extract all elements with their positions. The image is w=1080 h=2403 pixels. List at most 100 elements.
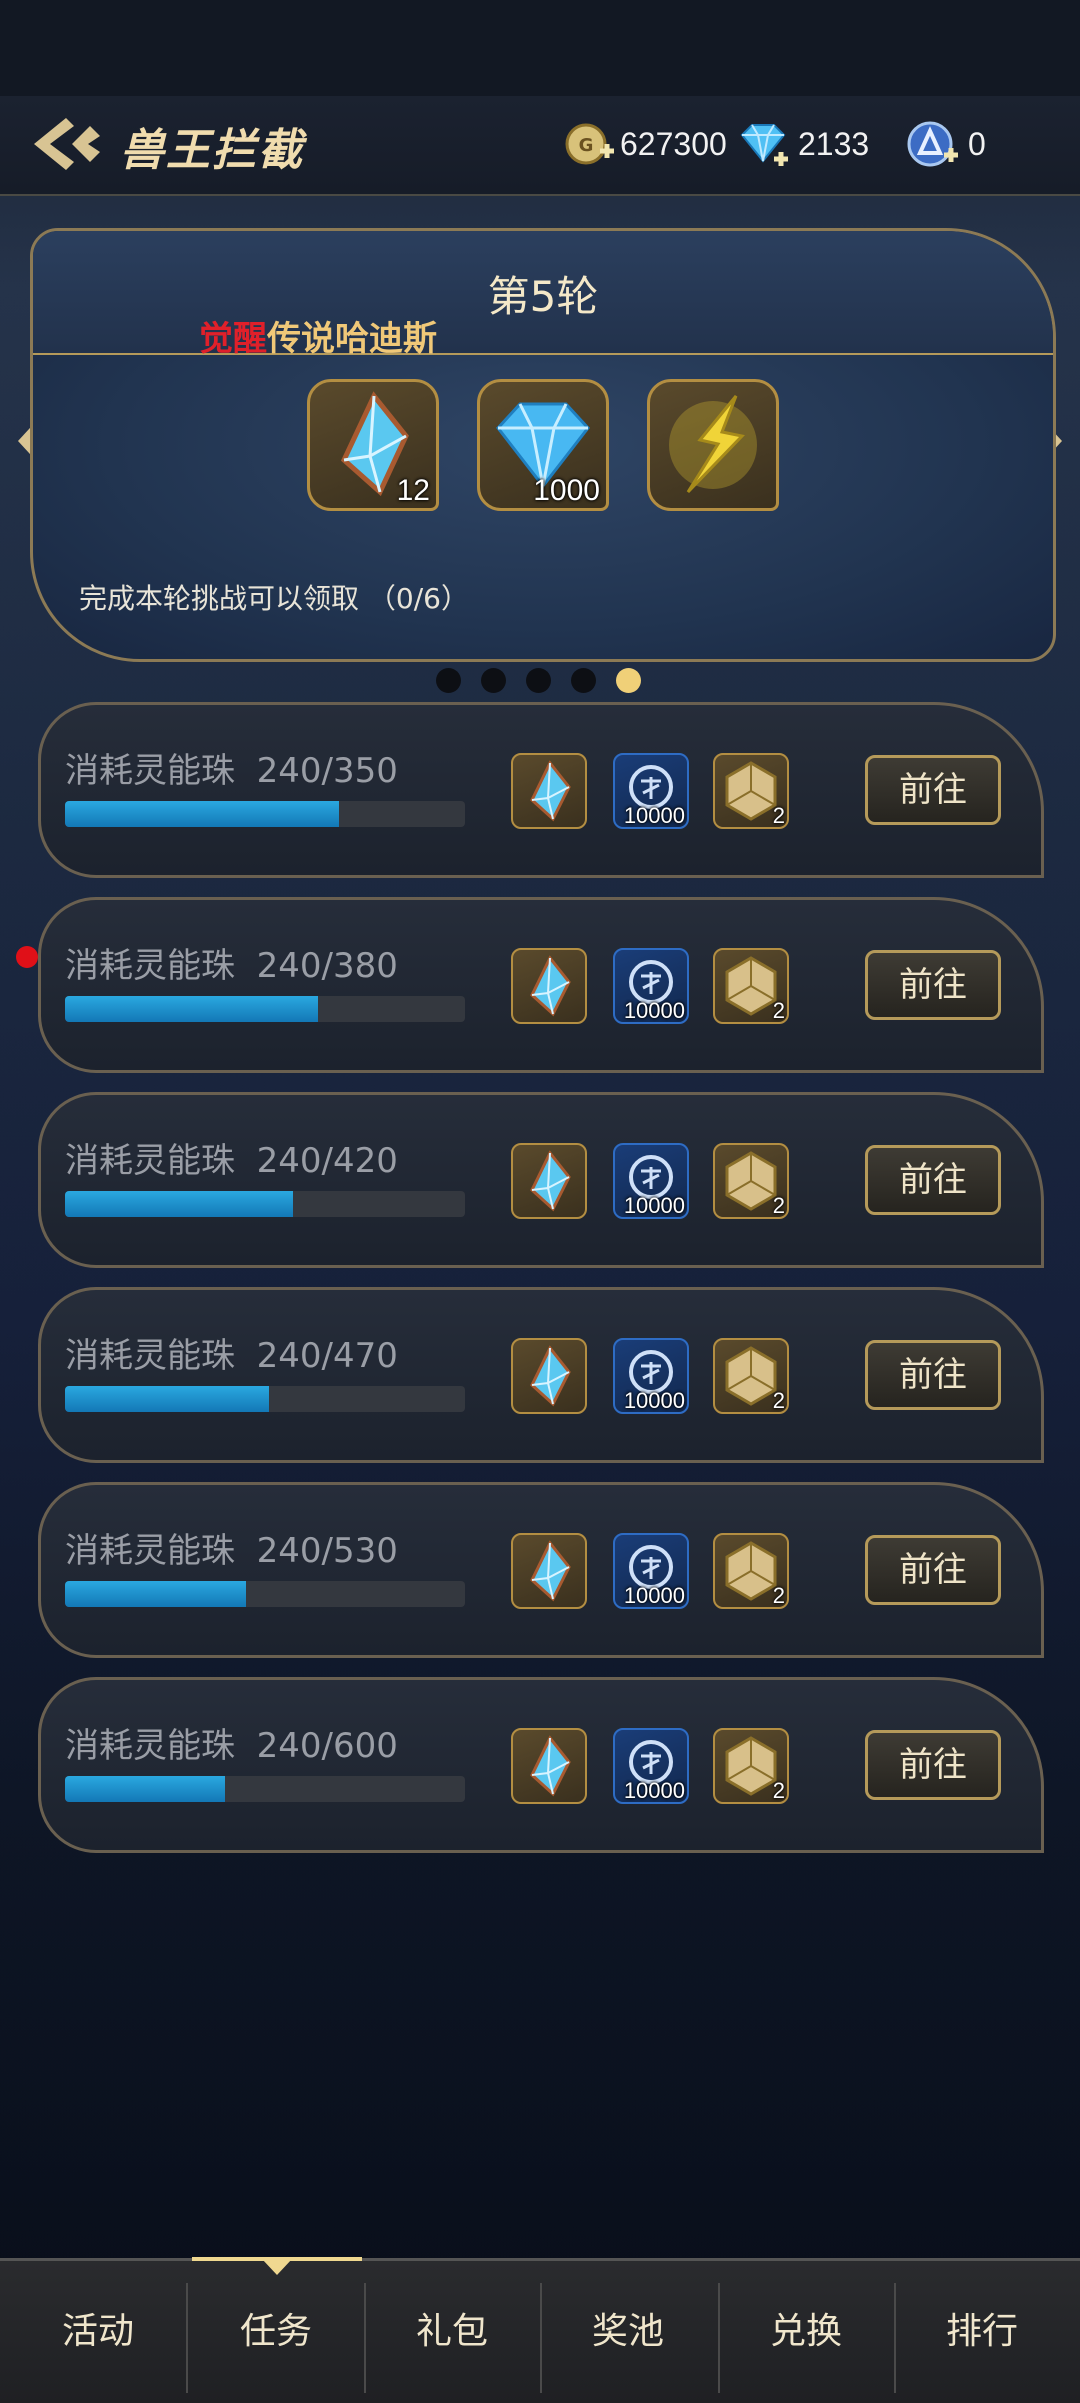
- task-progress-bar: [65, 801, 465, 827]
- reward-diamond[interactable]: 1000: [477, 379, 609, 511]
- go-button[interactable]: 前往: [865, 1145, 1001, 1215]
- reward-crystal[interactable]: [511, 1728, 587, 1804]
- task-row: 消耗灵能珠 240/420 10000 2 前往: [38, 1092, 1044, 1268]
- reward-count: 1000: [533, 474, 600, 507]
- task-row: 消耗灵能珠 240/600 10000 2 前往: [38, 1677, 1044, 1853]
- reward-coin[interactable]: 10000: [613, 1143, 689, 1219]
- page-dot-active[interactable]: [616, 668, 641, 693]
- go-button[interactable]: 前往: [865, 755, 1001, 825]
- reward-count: 10000: [623, 998, 685, 1023]
- reward-crystal[interactable]: [511, 948, 587, 1024]
- crystal-icon: [530, 1735, 571, 1797]
- task-row: 消耗灵能珠 240/530 10000 2 前往: [38, 1482, 1044, 1658]
- task-progress-text: 240/530: [256, 1531, 398, 1571]
- page-dot[interactable]: [436, 668, 461, 693]
- gold-coin-icon: G: [565, 123, 614, 165]
- reward-count: 10000: [623, 1583, 685, 1608]
- page-dot[interactable]: [571, 668, 596, 693]
- tab-gift[interactable]: 礼包: [364, 2261, 540, 2403]
- status-bar: [0, 0, 1080, 96]
- token-icon[interactable]: [906, 119, 962, 169]
- task-label: 消耗灵能珠 240/420: [65, 1141, 398, 1181]
- task-label: 消耗灵能珠 240/530: [65, 1531, 398, 1571]
- task-progress-fill: [65, 1776, 225, 1802]
- bottom-nav: 活动 任务 礼包 奖池 兑换 排行: [0, 2257, 1080, 2403]
- tab-pool[interactable]: 奖池: [540, 2261, 716, 2403]
- reward-die[interactable]: 2: [713, 1143, 789, 1219]
- round-subtitle: 觉醒传说哈迪斯: [199, 319, 437, 359]
- tab-tasks[interactable]: 任务: [188, 2261, 364, 2403]
- reward-crystal[interactable]: [511, 1533, 587, 1609]
- go-button[interactable]: 前往: [865, 1340, 1001, 1410]
- task-progress-fill: [65, 1386, 270, 1412]
- reward-count: 10000: [623, 1778, 685, 1803]
- task-label: 消耗灵能珠 240/600: [65, 1726, 398, 1766]
- reward-coin[interactable]: 10000: [613, 1728, 689, 1804]
- task-progress-text: 240/470: [256, 1336, 398, 1376]
- task-label: 消耗灵能珠 240/350: [65, 751, 398, 791]
- reward-die[interactable]: 2: [713, 753, 789, 829]
- reward-coin[interactable]: 10000: [613, 753, 689, 829]
- go-button[interactable]: 前往: [865, 950, 1001, 1020]
- tab-ranking[interactable]: 排行: [894, 2261, 1070, 2403]
- task-row: 消耗灵能珠 240/350 10000 2 前往: [38, 702, 1044, 878]
- page-dot[interactable]: [481, 668, 506, 693]
- reward-gold-shard[interactable]: [647, 379, 779, 511]
- reward-count: 12: [396, 474, 430, 507]
- reward-count: 10000: [623, 803, 685, 828]
- back-arrow-icon[interactable]: [26, 112, 106, 176]
- task-progress-bar: [65, 1386, 465, 1412]
- task-progress-fill: [65, 1191, 294, 1217]
- page-title: 兽王拦截: [120, 125, 304, 176]
- reward-die[interactable]: 2: [713, 1338, 789, 1414]
- crystal-icon: [530, 955, 571, 1017]
- crystal-icon: [530, 1150, 571, 1212]
- gold-shard-icon: [669, 395, 757, 494]
- task-progress-fill: [65, 1581, 247, 1607]
- reward-count: 2: [772, 803, 785, 828]
- reward-coin[interactable]: 10000: [613, 948, 689, 1024]
- go-button[interactable]: 前往: [865, 1730, 1001, 1800]
- diamond-currency: 2133: [738, 116, 869, 172]
- notification-dot: [16, 946, 38, 968]
- task-progress-text: 240/380: [256, 946, 398, 986]
- task-label: 消耗灵能珠 240/470: [65, 1336, 398, 1376]
- gold-amount: 627300: [620, 125, 727, 162]
- task-progress-text: 240/600: [256, 1726, 398, 1766]
- task-progress-fill: [65, 996, 318, 1022]
- go-button[interactable]: 前往: [865, 1535, 1001, 1605]
- reward-die[interactable]: 2: [713, 948, 789, 1024]
- gold-currency: G 627300: [564, 116, 727, 172]
- task-row: 消耗灵能珠 240/470 10000 2 前往: [38, 1287, 1044, 1463]
- diamond-icon[interactable]: [738, 119, 792, 169]
- task-progress-bar: [65, 1776, 465, 1802]
- task-row: 消耗灵能珠 240/380 10000 2 前往: [38, 897, 1044, 1073]
- crystal-icon: [530, 1345, 571, 1407]
- reward-count: 2: [772, 998, 785, 1023]
- reward-die[interactable]: 2: [713, 1533, 789, 1609]
- top-bar: 兽王拦截 G 627300 2133 0: [0, 96, 1080, 196]
- task-progress-text: 240/350: [256, 751, 398, 791]
- reward-coin[interactable]: 10000: [613, 1338, 689, 1414]
- reward-crystal[interactable]: [511, 753, 587, 829]
- task-progress-bar: [65, 996, 465, 1022]
- round-note: 完成本轮挑战可以领取 （0/6）: [79, 582, 469, 615]
- tab-activity[interactable]: 活动: [10, 2261, 186, 2403]
- reward-coin[interactable]: 10000: [613, 1533, 689, 1609]
- reward-crystal[interactable]: [511, 1338, 587, 1414]
- page-dot[interactable]: [526, 668, 551, 693]
- task-label: 消耗灵能珠 240/380: [65, 946, 398, 986]
- reward-count: 2: [772, 1388, 785, 1413]
- reward-count: 10000: [623, 1193, 685, 1218]
- task-progress-bar: [65, 1191, 465, 1217]
- reward-crystal[interactable]: [511, 1143, 587, 1219]
- page-dots: [436, 668, 641, 693]
- task-progress-fill: [65, 801, 340, 827]
- crystal-icon: [530, 1540, 571, 1602]
- reward-die[interactable]: 2: [713, 1728, 789, 1804]
- reward-count: 2: [772, 1778, 785, 1803]
- tab-exchange[interactable]: 兑换: [718, 2261, 894, 2403]
- reward-crystal[interactable]: 12: [307, 379, 439, 511]
- round-reward-panel: 第5轮 觉醒传说哈迪斯 12 1000 完成本轮挑战可以领取 （0/6）: [30, 228, 1056, 662]
- reward-count: 10000: [623, 1388, 685, 1413]
